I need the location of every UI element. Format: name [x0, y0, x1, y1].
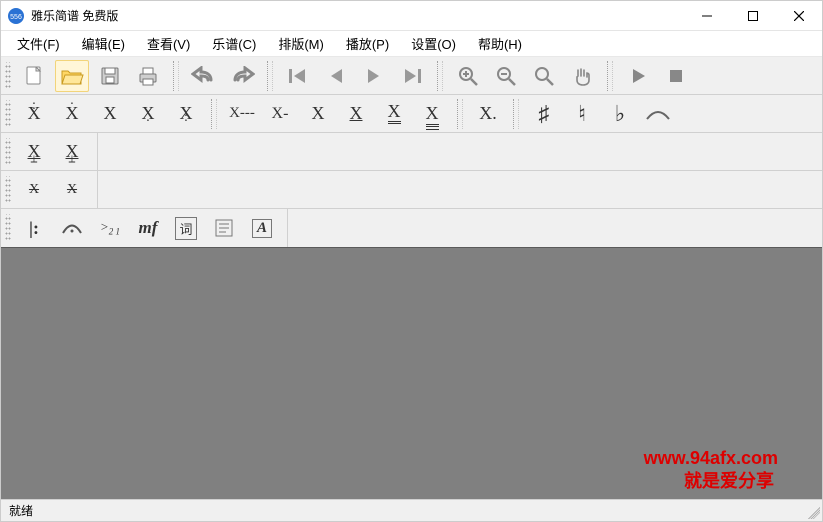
fermata-button[interactable] — [55, 212, 89, 244]
duration-eighth[interactable]: X — [339, 98, 373, 130]
paragraph-button[interactable] — [207, 212, 241, 244]
open-button[interactable] — [55, 60, 89, 92]
grip-icon[interactable] — [5, 138, 11, 166]
note-octave-down2[interactable]: X — [169, 98, 203, 130]
status-text: 就绪 — [9, 502, 33, 519]
zoom-fit-button[interactable] — [527, 60, 561, 92]
minimize-button[interactable] — [684, 1, 730, 31]
note-octave-up1[interactable]: X — [55, 98, 89, 130]
watermark-tag: 就是爱分享 — [684, 467, 774, 493]
menubar: 文件(F) 编辑(E) 查看(V) 乐谱(C) 排版(M) 播放(P) 设置(O… — [1, 31, 822, 57]
toolbar-text: |: >2 1 mf 词 A — [1, 209, 288, 247]
duration-quarter[interactable]: X — [301, 98, 335, 130]
toolbar-notation: X X X X X X--- X- X X X X X. ♯ ♮ ♭ — [1, 95, 822, 133]
prev-button[interactable] — [319, 60, 353, 92]
tuplet-button[interactable]: >2 1 — [93, 212, 127, 244]
menu-help[interactable]: 帮助(H) — [468, 32, 532, 55]
canvas-area[interactable]: www.94afx.com 就是爱分享 — [1, 247, 822, 499]
pan-button[interactable] — [565, 60, 599, 92]
menu-edit[interactable]: 编辑(E) — [72, 32, 135, 55]
menu-file[interactable]: 文件(F) — [7, 32, 70, 55]
natural-button[interactable]: ♮ — [565, 98, 599, 130]
dotted-note[interactable]: X. — [471, 98, 505, 130]
menu-view[interactable]: 查看(V) — [137, 32, 200, 55]
separator — [211, 99, 217, 129]
watermark-url: www.94afx.com — [644, 448, 778, 469]
toolbar-extra2: X X — [1, 171, 98, 209]
grip-icon[interactable] — [5, 214, 11, 242]
separator — [607, 61, 613, 91]
font-button[interactable]: A — [245, 212, 279, 244]
separator — [173, 61, 179, 91]
note-octave-down1[interactable]: X — [131, 98, 165, 130]
tie-across-down[interactable]: X⟂ — [55, 136, 89, 168]
separator — [437, 61, 443, 91]
titlebar: 556 雅乐简谱 免费版 — [1, 1, 822, 31]
last-button[interactable] — [395, 60, 429, 92]
statusbar: 就绪 — [1, 499, 822, 521]
redo-button[interactable] — [225, 60, 259, 92]
grace-note-down[interactable]: X — [17, 174, 51, 206]
play-button[interactable] — [621, 60, 655, 92]
menu-settings[interactable]: 设置(O) — [401, 32, 466, 55]
separator — [513, 99, 519, 129]
menu-score[interactable]: 乐谱(C) — [202, 32, 266, 55]
separator — [267, 61, 273, 91]
duration-whole[interactable]: X--- — [225, 98, 259, 130]
svg-text:556: 556 — [10, 14, 22, 21]
new-button[interactable] — [17, 60, 51, 92]
first-button[interactable] — [281, 60, 315, 92]
separator — [457, 99, 463, 129]
zoom-out-button[interactable] — [489, 60, 523, 92]
sharp-button[interactable]: ♯ — [527, 98, 561, 130]
grace-note-up[interactable]: X — [55, 174, 89, 206]
dynamics-button[interactable]: mf — [131, 212, 165, 244]
note-octave-mid[interactable]: X — [93, 98, 127, 130]
grip-icon[interactable] — [5, 62, 11, 90]
undo-button[interactable] — [187, 60, 221, 92]
grip-icon[interactable] — [5, 176, 11, 204]
repeat-sign-button[interactable]: |: — [17, 212, 51, 244]
stop-button[interactable] — [659, 60, 693, 92]
window-title: 雅乐简谱 免费版 — [31, 7, 118, 24]
flat-button[interactable]: ♭ — [603, 98, 637, 130]
note-octave-up2[interactable]: X — [17, 98, 51, 130]
tie-across-up[interactable]: X⟂ — [17, 136, 51, 168]
toolbar-extra1: X⟂ X⟂ — [1, 133, 98, 171]
slur-button[interactable] — [641, 98, 675, 130]
toolbar-main — [1, 57, 822, 95]
menu-play[interactable]: 播放(P) — [336, 32, 399, 55]
zoom-in-button[interactable] — [451, 60, 485, 92]
duration-thirtysecond[interactable]: X — [415, 98, 449, 130]
next-button[interactable] — [357, 60, 391, 92]
close-button[interactable] — [776, 1, 822, 31]
grip-icon[interactable] — [5, 100, 11, 128]
menu-layout[interactable]: 排版(M) — [268, 32, 334, 55]
app-icon: 556 — [7, 7, 25, 25]
duration-sixteenth[interactable]: X — [377, 98, 411, 130]
print-button[interactable] — [131, 60, 165, 92]
lyrics-button[interactable]: 词 — [169, 212, 203, 244]
maximize-button[interactable] — [730, 1, 776, 31]
duration-half[interactable]: X- — [263, 98, 297, 130]
save-button[interactable] — [93, 60, 127, 92]
